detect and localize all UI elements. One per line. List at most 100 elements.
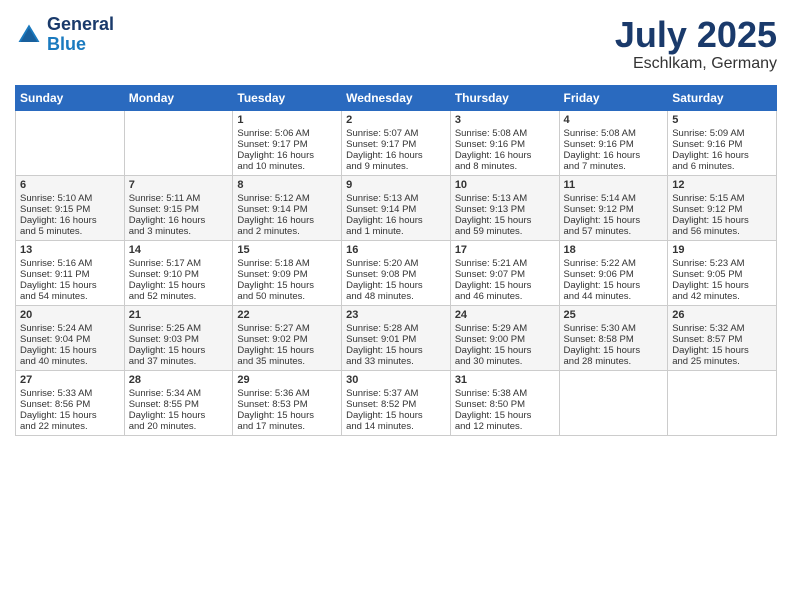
day-info-line: Sunrise: 5:17 AM xyxy=(129,258,229,269)
calendar-week-row: 1Sunrise: 5:06 AMSunset: 9:17 PMDaylight… xyxy=(16,110,777,175)
day-info-line: Daylight: 15 hours xyxy=(237,280,337,291)
day-info-line: and 52 minutes. xyxy=(129,291,229,302)
day-info-line: Sunset: 9:17 PM xyxy=(346,139,446,150)
day-info-line: Sunrise: 5:22 AM xyxy=(564,258,664,269)
day-info-line: Sunset: 9:17 PM xyxy=(237,139,337,150)
day-number: 31 xyxy=(455,374,555,386)
calendar-empty-cell xyxy=(668,370,777,435)
day-info-line: Sunset: 9:09 PM xyxy=(237,269,337,280)
calendar-day-1: 1Sunrise: 5:06 AMSunset: 9:17 PMDaylight… xyxy=(233,110,342,175)
calendar-empty-cell xyxy=(559,370,668,435)
day-info-line: Sunset: 9:11 PM xyxy=(20,269,120,280)
day-info-line: Sunrise: 5:38 AM xyxy=(455,388,555,399)
calendar-day-12: 12Sunrise: 5:15 AMSunset: 9:12 PMDayligh… xyxy=(668,175,777,240)
day-info-line: Sunset: 9:10 PM xyxy=(129,269,229,280)
day-info-line: Sunset: 9:02 PM xyxy=(237,334,337,345)
day-info-line: Sunrise: 5:08 AM xyxy=(564,128,664,139)
day-info-line: and 2 minutes. xyxy=(237,226,337,237)
column-header-monday: Monday xyxy=(124,85,233,110)
day-number: 27 xyxy=(20,374,120,386)
calendar-day-26: 26Sunrise: 5:32 AMSunset: 8:57 PMDayligh… xyxy=(668,305,777,370)
day-number: 29 xyxy=(237,374,337,386)
calendar-day-5: 5Sunrise: 5:09 AMSunset: 9:16 PMDaylight… xyxy=(668,110,777,175)
day-info-line: and 59 minutes. xyxy=(455,226,555,237)
day-number: 16 xyxy=(346,244,446,256)
day-number: 25 xyxy=(564,309,664,321)
day-info-line: Sunrise: 5:32 AM xyxy=(672,323,772,334)
day-info-line: Daylight: 15 hours xyxy=(20,410,120,421)
day-number: 10 xyxy=(455,179,555,191)
day-number: 8 xyxy=(237,179,337,191)
calendar-day-29: 29Sunrise: 5:36 AMSunset: 8:53 PMDayligh… xyxy=(233,370,342,435)
day-info-line: Sunrise: 5:30 AM xyxy=(564,323,664,334)
day-info-line: Sunrise: 5:36 AM xyxy=(237,388,337,399)
calendar-day-3: 3Sunrise: 5:08 AMSunset: 9:16 PMDaylight… xyxy=(450,110,559,175)
calendar-day-2: 2Sunrise: 5:07 AMSunset: 9:17 PMDaylight… xyxy=(342,110,451,175)
day-number: 22 xyxy=(237,309,337,321)
day-info-line: Sunset: 9:13 PM xyxy=(455,204,555,215)
day-info-line: and 30 minutes. xyxy=(455,356,555,367)
day-info-line: Sunrise: 5:33 AM xyxy=(20,388,120,399)
day-number: 1 xyxy=(237,114,337,126)
calendar-empty-cell xyxy=(16,110,125,175)
title-block: July 2025 Eschlkam, Germany xyxy=(615,15,777,73)
day-info-line: Sunrise: 5:34 AM xyxy=(129,388,229,399)
day-info-line: and 9 minutes. xyxy=(346,161,446,172)
day-info-line: Daylight: 15 hours xyxy=(346,410,446,421)
day-info-line: Sunset: 9:12 PM xyxy=(672,204,772,215)
day-info-line: Sunset: 8:55 PM xyxy=(129,399,229,410)
day-info-line: Sunset: 9:08 PM xyxy=(346,269,446,280)
day-info-line: Daylight: 16 hours xyxy=(237,150,337,161)
day-info-line: Daylight: 16 hours xyxy=(20,215,120,226)
day-info-line: Daylight: 15 hours xyxy=(20,345,120,356)
day-info-line: Sunset: 9:12 PM xyxy=(564,204,664,215)
day-info-line: Sunrise: 5:28 AM xyxy=(346,323,446,334)
day-number: 18 xyxy=(564,244,664,256)
day-info-line: and 12 minutes. xyxy=(455,421,555,432)
day-number: 7 xyxy=(129,179,229,191)
day-info-line: and 1 minute. xyxy=(346,226,446,237)
day-info-line: Daylight: 16 hours xyxy=(129,215,229,226)
day-info-line: Daylight: 15 hours xyxy=(564,280,664,291)
calendar-day-10: 10 Sunrise: 5:13 AMSunset: 9:13 PMDayligh… xyxy=(450,175,559,240)
day-number: 21 xyxy=(129,309,229,321)
day-info-line: Sunrise: 5:13 AM xyxy=(346,193,446,204)
day-number: 23 xyxy=(346,309,446,321)
day-number: 19 xyxy=(672,244,772,256)
logo: General Blue xyxy=(15,15,114,55)
day-info-line: Daylight: 15 hours xyxy=(346,345,446,356)
day-info-line: and 10 minutes. xyxy=(237,161,337,172)
day-info-line: Sunset: 9:01 PM xyxy=(346,334,446,345)
day-info-line: Sunrise: 5:24 AM xyxy=(20,323,120,334)
day-info-line: Daylight: 15 hours xyxy=(455,215,555,226)
calendar-header-row: SundayMondayTuesdayWednesdayThursdayFrid… xyxy=(16,85,777,110)
day-info-line: Sunrise: 5:23 AM xyxy=(672,258,772,269)
calendar-day-19: 19Sunrise: 5:23 AMSunset: 9:05 PMDayligh… xyxy=(668,240,777,305)
day-info-line: Sunrise: 5:18 AM xyxy=(237,258,337,269)
day-info-line: Sunrise: 5:09 AM xyxy=(672,128,772,139)
day-info-line: and 25 minutes. xyxy=(672,356,772,367)
day-info-line: Daylight: 15 hours xyxy=(20,280,120,291)
day-info-line: and 37 minutes. xyxy=(129,356,229,367)
day-number: 3 xyxy=(455,114,555,126)
day-info-line: Sunrise: 5:21 AM xyxy=(455,258,555,269)
calendar-day-22: 22Sunrise: 5:27 AMSunset: 9:02 PMDayligh… xyxy=(233,305,342,370)
calendar-day-13: 13Sunrise: 5:16 AMSunset: 9:11 PMDayligh… xyxy=(16,240,125,305)
day-number: 13 xyxy=(20,244,120,256)
day-info-line: Daylight: 15 hours xyxy=(129,280,229,291)
calendar-day-21: 21Sunrise: 5:25 AMSunset: 9:03 PMDayligh… xyxy=(124,305,233,370)
calendar-week-row: 20Sunrise: 5:24 AMSunset: 9:04 PMDayligh… xyxy=(16,305,777,370)
day-info-line: Daylight: 16 hours xyxy=(672,150,772,161)
day-info-line: Sunset: 8:52 PM xyxy=(346,399,446,410)
day-number: 14 xyxy=(129,244,229,256)
day-info-line: Sunrise: 5:37 AM xyxy=(346,388,446,399)
day-info-line: Daylight: 15 hours xyxy=(672,215,772,226)
day-number: 15 xyxy=(237,244,337,256)
day-info-line: Sunrise: 5:13 AM xyxy=(455,193,555,204)
day-number: 12 xyxy=(672,179,772,191)
day-info-line: Daylight: 15 hours xyxy=(672,280,772,291)
day-info-line: Sunrise: 5:27 AM xyxy=(237,323,337,334)
day-info-line: and 56 minutes. xyxy=(672,226,772,237)
calendar-week-row: 13Sunrise: 5:16 AMSunset: 9:11 PMDayligh… xyxy=(16,240,777,305)
day-number: 17 xyxy=(455,244,555,256)
